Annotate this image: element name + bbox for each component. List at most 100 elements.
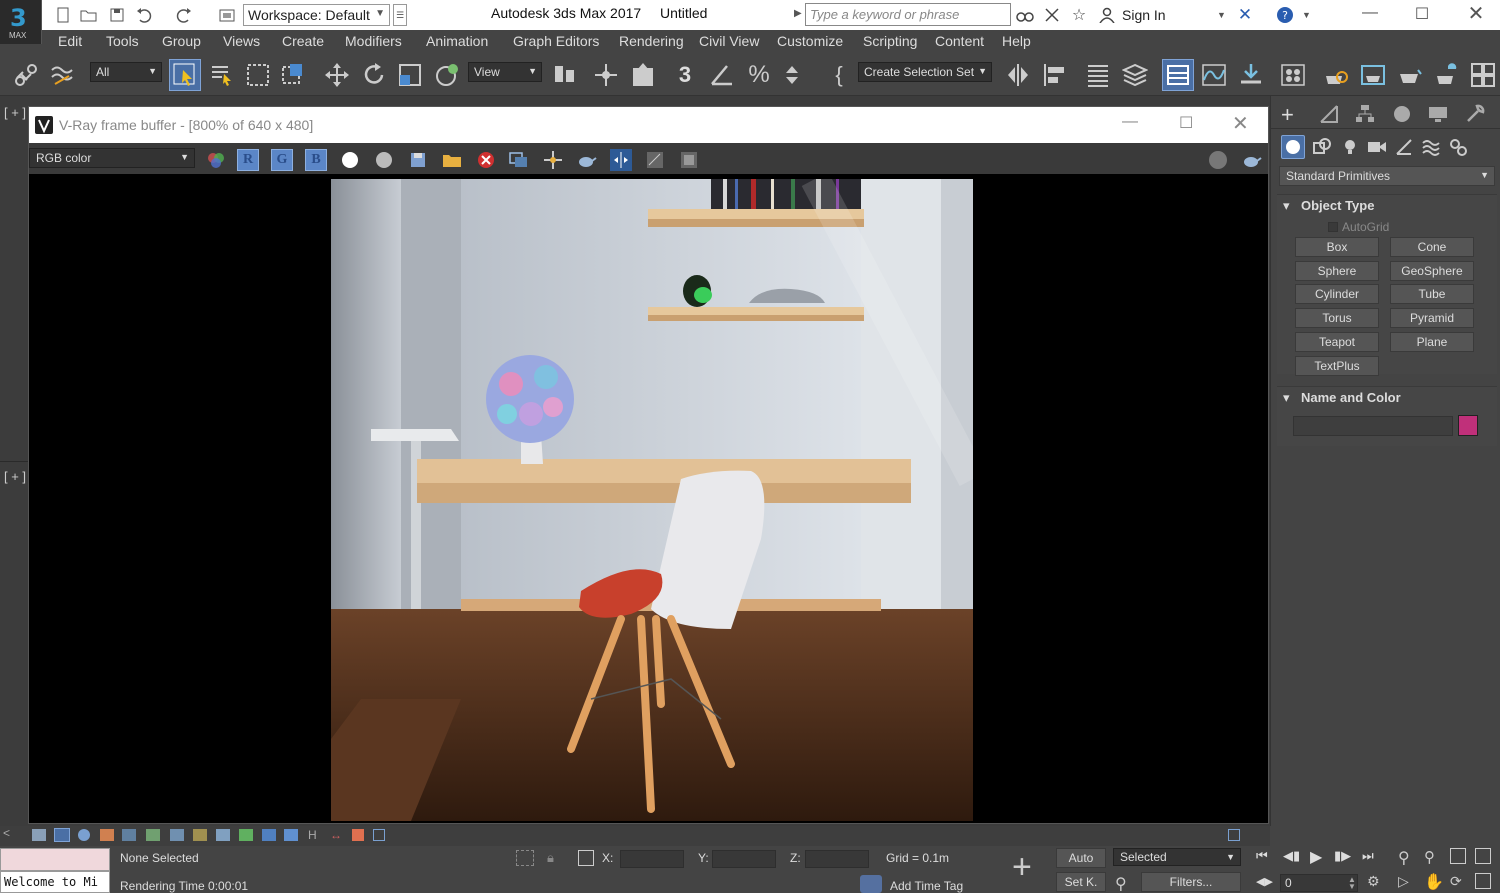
- workspace-dropdown[interactable]: Workspace: Default ▼: [243, 4, 390, 26]
- red-channel-button[interactable]: R: [237, 149, 259, 171]
- set-key-plus-icon[interactable]: +: [1012, 850, 1032, 884]
- sphere-button[interactable]: Sphere: [1295, 261, 1379, 281]
- app-logo-button[interactable]: 3 MAX: [0, 0, 42, 44]
- cameras-category-icon[interactable]: [1367, 138, 1387, 159]
- expand-icon[interactable]: [1228, 829, 1240, 841]
- place-icon[interactable]: [431, 59, 463, 91]
- user-icon[interactable]: [1098, 6, 1116, 24]
- track-icon[interactable]: [122, 829, 136, 841]
- layer-icon[interactable]: [146, 829, 160, 841]
- maximize-viewport-icon[interactable]: [1475, 873, 1491, 889]
- geometry-category-icon[interactable]: [1281, 135, 1305, 159]
- color-correction-icon[interactable]: [205, 149, 227, 171]
- open-file-icon[interactable]: [80, 6, 98, 24]
- select-by-name-icon[interactable]: [206, 59, 238, 91]
- chevron-left-icon[interactable]: <: [3, 826, 10, 840]
- channel-dropdown[interactable]: RGB color ▼: [29, 148, 195, 168]
- field-of-view-icon[interactable]: ▷: [1398, 873, 1409, 890]
- current-frame-field[interactable]: 0: [1280, 874, 1358, 892]
- utilities-tab-icon[interactable]: [1465, 104, 1485, 127]
- sign-in-link[interactable]: Sign In: [1122, 7, 1166, 23]
- render-teapot-icon[interactable]: [576, 149, 598, 171]
- scale-icon[interactable]: [394, 59, 426, 91]
- project-folder-icon[interactable]: [218, 6, 236, 24]
- vfb-close-icon[interactable]: ✕: [1232, 111, 1249, 136]
- green-channel-button[interactable]: G: [271, 149, 293, 171]
- torus-button[interactable]: Torus: [1295, 308, 1379, 328]
- geosphere-button[interactable]: GeoSphere: [1390, 261, 1474, 281]
- stop-render-icon[interactable]: [1207, 149, 1229, 171]
- snaps-toggle-icon[interactable]: 3: [669, 59, 701, 91]
- render-production-icon[interactable]: [1394, 59, 1426, 91]
- x-coordinate-field[interactable]: [620, 850, 684, 868]
- zoom-icon[interactable]: ⚲: [1398, 848, 1410, 868]
- spinner-snap-icon[interactable]: [780, 59, 812, 91]
- menu-tools[interactable]: Tools: [106, 33, 139, 49]
- menu-content[interactable]: Content: [935, 33, 984, 49]
- maxscript-listener-input[interactable]: Welcome to Mi: [0, 871, 110, 893]
- set-key-button[interactable]: Set K.: [1056, 872, 1106, 892]
- shapes-category-icon[interactable]: [1313, 138, 1331, 159]
- select-icon[interactable]: [262, 829, 276, 841]
- tube-button[interactable]: Tube: [1390, 284, 1474, 304]
- arrows-icon[interactable]: ↔: [330, 828, 342, 842]
- window-crossing-icon[interactable]: [277, 59, 309, 91]
- teapot-button[interactable]: Teapot: [1295, 332, 1379, 352]
- redo-icon[interactable]: [175, 6, 193, 24]
- select-manipulate-icon[interactable]: [590, 59, 622, 91]
- scene-explorer-icon[interactable]: [1082, 59, 1114, 91]
- previous-frame-icon[interactable]: ◀▮: [1283, 848, 1300, 864]
- helpers-category-icon[interactable]: [1395, 138, 1413, 159]
- time-tag-icon[interactable]: [860, 875, 882, 893]
- filter-icon[interactable]: [32, 829, 46, 841]
- image-icon[interactable]: [239, 829, 253, 841]
- hierarchy-tab-icon[interactable]: [1355, 104, 1375, 127]
- primitive-category-dropdown[interactable]: Standard Primitives ▼: [1279, 166, 1495, 186]
- render-in-cloud-icon[interactable]: [1431, 59, 1463, 91]
- lock-selection-icon[interactable]: 🔒︎: [547, 850, 554, 866]
- mirror-icon[interactable]: [1002, 59, 1034, 91]
- filters-button[interactable]: Filters...: [1141, 872, 1241, 892]
- go-to-end-icon[interactable]: ⏭: [1362, 848, 1374, 864]
- motion-tab-icon[interactable]: [1392, 104, 1412, 127]
- track-mouse-icon[interactable]: [542, 149, 564, 171]
- render-button-icon[interactable]: [1241, 149, 1263, 171]
- isolate-selection-icon[interactable]: [516, 850, 534, 866]
- menu-scripting[interactable]: Scripting: [863, 33, 917, 49]
- rotate-icon[interactable]: [358, 59, 390, 91]
- zoom-extents-all-icon[interactable]: [1475, 848, 1491, 864]
- plane-button[interactable]: Plane: [1390, 332, 1474, 352]
- object-color-swatch[interactable]: [1458, 415, 1478, 436]
- layer-explorer-icon[interactable]: [1119, 59, 1151, 91]
- chevron-down-icon[interactable]: ▼: [1302, 10, 1311, 20]
- communication-center-icon[interactable]: [1043, 6, 1061, 24]
- info-icon[interactable]: [78, 829, 90, 841]
- cone-button[interactable]: Cone: [1390, 237, 1474, 257]
- rollout-collapse-icon[interactable]: ▾: [1283, 198, 1290, 214]
- load-image-icon[interactable]: [441, 149, 463, 171]
- menu-rendering[interactable]: Rendering: [619, 33, 684, 49]
- workspace-menu-button[interactable]: ☰: [393, 4, 407, 26]
- search-expand-icon[interactable]: ▶: [794, 8, 802, 19]
- space-warps-category-icon[interactable]: [1421, 138, 1441, 159]
- curve-editor-icon[interactable]: [1198, 59, 1230, 91]
- compare-ab-icon[interactable]: [610, 149, 632, 171]
- add-time-tag[interactable]: Add Time Tag: [890, 879, 963, 893]
- binoculars-icon[interactable]: [1016, 6, 1034, 24]
- toggle-ribbon-icon[interactable]: [1162, 59, 1194, 91]
- menu-group[interactable]: Group: [162, 33, 201, 49]
- menu-modifiers[interactable]: Modifiers: [345, 33, 402, 49]
- play-icon[interactable]: ▶: [1310, 847, 1322, 867]
- save-file-icon[interactable]: [108, 6, 126, 24]
- edit-named-selection-icon[interactable]: {: [823, 59, 855, 91]
- angle-snap-icon[interactable]: [706, 59, 738, 91]
- blue-channel-button[interactable]: B: [305, 149, 327, 171]
- lens-effects-icon[interactable]: [644, 149, 666, 171]
- spinner-icon[interactable]: ▲ ▼: [1348, 876, 1356, 891]
- undo-icon[interactable]: [135, 6, 153, 24]
- key-filters-icon[interactable]: ⚲: [1115, 874, 1127, 893]
- box-button[interactable]: Box: [1295, 237, 1379, 257]
- go-to-start-icon[interactable]: ⏮: [1256, 848, 1268, 864]
- favorites-star-icon[interactable]: ☆: [1070, 6, 1088, 24]
- object-type-header[interactable]: Object Type: [1301, 198, 1374, 213]
